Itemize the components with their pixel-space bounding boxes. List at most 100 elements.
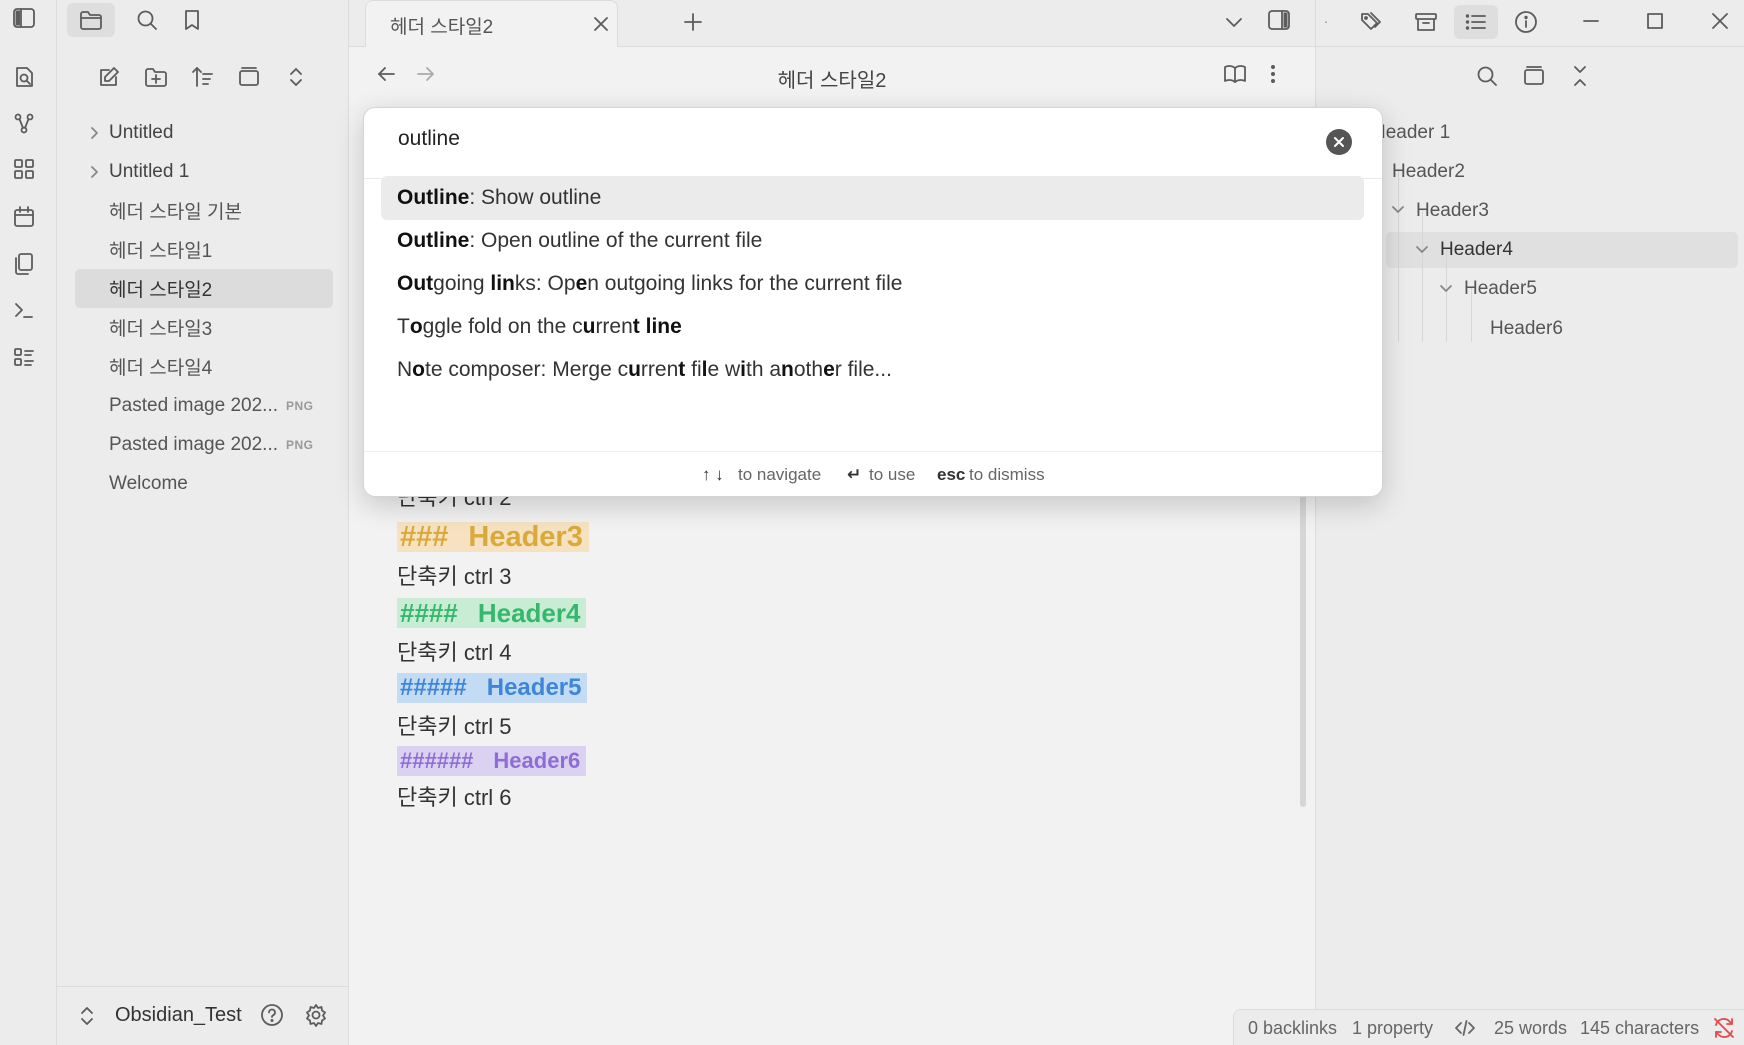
toggle-left-sidebar-icon[interactable]	[10, 4, 38, 32]
heading-line-h6[interactable]: ###### Header6	[397, 744, 589, 777]
file-item[interactable]: Welcome	[75, 464, 333, 503]
paragraph-line[interactable]: 단축키 ctrl 6	[397, 777, 589, 815]
tab-active-note[interactable]: 헤더 스타일2	[365, 0, 618, 47]
outline-tab[interactable]	[1454, 5, 1498, 39]
auto-reveal-button[interactable]	[234, 62, 264, 92]
command-suggestion[interactable]: Outline: Open outline of the current fil…	[381, 219, 1364, 263]
match-highlight: Outline	[397, 229, 470, 252]
outline-item-h4[interactable]: Header4	[1440, 231, 1513, 269]
outline-item-h2[interactable]: Header2	[1392, 153, 1465, 191]
outline-reveal-icon[interactable]	[1521, 63, 1547, 89]
collapse-all-button[interactable]	[281, 62, 311, 92]
command-suggestion[interactable]: Outline: Show outline	[381, 176, 1364, 220]
status-bar: 0 backlinks 1 property 25 words 145 char…	[1233, 1009, 1744, 1045]
suggestion-text: oth	[793, 358, 824, 381]
folder-item[interactable]: Untitled 1	[75, 152, 333, 191]
property-count[interactable]: 1 property	[1352, 1018, 1433, 1039]
editor-scrollbar[interactable]	[1300, 487, 1306, 807]
match-highlight: Outline	[397, 186, 470, 209]
vault-switcher-icon[interactable]	[77, 1004, 97, 1028]
bookmarks-list-icon[interactable]	[10, 343, 38, 371]
suggestion-text: rren	[595, 315, 633, 338]
heading-line-h5[interactable]: ##### Header5	[397, 670, 589, 706]
file-item[interactable]: 헤더 스타일3	[75, 308, 333, 347]
heading-text: Header4	[477, 598, 581, 628]
paragraph-line[interactable]: 단축키 ctrl 3	[397, 556, 589, 594]
archive-tab[interactable]	[1404, 5, 1448, 39]
close-tab-icon[interactable]	[592, 15, 610, 33]
graph-view-icon[interactable]	[10, 110, 38, 138]
outline-item-h5[interactable]: Header5	[1464, 270, 1537, 308]
more-options-icon[interactable]	[1265, 61, 1281, 87]
file-label: Untitled 1	[109, 160, 190, 182]
command-suggestion[interactable]: Note composer: Merge current file with a…	[381, 348, 1364, 392]
reading-view-book-icon[interactable]	[1222, 61, 1248, 87]
source-mode-code-icon[interactable]	[1453, 1016, 1477, 1040]
folder-item[interactable]: Untitled	[75, 113, 333, 152]
list-icon	[1465, 14, 1486, 30]
note-content[interactable]: ### Header3 단축키 ctrl 3 #### Header4 단축키 ctrl …	[397, 518, 589, 815]
bookmarks-tab[interactable]	[168, 3, 216, 37]
heading-line-h4[interactable]: #### Header4	[397, 594, 589, 632]
file-extension-badge: PNG	[286, 398, 314, 413]
new-tab-plus-icon[interactable]	[681, 10, 705, 34]
suggestion-text: N	[397, 358, 413, 381]
terminal-icon[interactable]	[10, 296, 38, 324]
files-tab[interactable]	[67, 3, 115, 37]
file-item[interactable]: Pasted image 202... PNG	[75, 386, 333, 425]
command-search-input[interactable]	[398, 127, 1298, 151]
outline-item-h1[interactable]: Header 1	[1372, 114, 1450, 152]
search-tab[interactable]	[123, 3, 171, 37]
heading-h5: ##### Header5	[397, 673, 588, 703]
heading-line-h3[interactable]: ### Header3	[397, 518, 589, 556]
command-suggestion[interactable]: Outgoing links: Open outgoing links for …	[381, 262, 1364, 306]
outline-active-row	[1386, 232, 1738, 268]
chevron-down-icon[interactable]	[1414, 242, 1430, 258]
heading-text: Header6	[493, 747, 581, 773]
use-key: ↵	[847, 465, 862, 484]
settings-gear-icon[interactable]	[303, 1002, 329, 1028]
file-info-tab[interactable]	[1504, 5, 1548, 39]
help-icon[interactable]	[259, 1002, 285, 1028]
match-highlight: o	[409, 315, 423, 338]
outline-search-icon[interactable]	[1474, 63, 1500, 89]
match-highlight: e	[823, 358, 835, 381]
file-item[interactable]: 헤더 스타일2	[75, 269, 333, 308]
tab-list-chevron-down-icon[interactable]	[1222, 10, 1246, 34]
file-item[interactable]: Pasted image 202... PNG	[75, 425, 333, 464]
clear-search-close-icon[interactable]	[1326, 129, 1352, 155]
file-item[interactable]: 헤더 스타일 기본	[75, 191, 333, 230]
file-label: Pasted image 202...	[109, 394, 278, 416]
minimize-window-icon[interactable]	[1579, 9, 1603, 33]
file-item[interactable]: 헤더 스타일1	[75, 230, 333, 269]
templates-icon[interactable]	[10, 250, 38, 278]
toggle-right-sidebar-icon[interactable]	[1265, 6, 1293, 34]
paragraph-line[interactable]: 단축키 ctrl 5	[397, 706, 589, 744]
paragraph-line[interactable]: 단축키 ctrl 4	[397, 632, 589, 670]
calendar-icon[interactable]	[10, 203, 38, 231]
close-window-icon[interactable]	[1708, 9, 1732, 33]
command-suggestion[interactable]: Toggle fold on the current line	[381, 305, 1364, 349]
file-label: 헤더 스타일2	[109, 280, 213, 301]
outline-item-h6[interactable]: Header6	[1490, 310, 1563, 348]
switcher-icon[interactable]	[10, 63, 38, 91]
file-item[interactable]: 헤더 스타일4	[75, 347, 333, 386]
view-title[interactable]: 헤더 스타일2	[349, 64, 1315, 93]
new-note-button[interactable]	[94, 62, 124, 92]
outline-item-h3[interactable]: Header3	[1416, 192, 1489, 230]
new-folder-button[interactable]	[141, 62, 171, 92]
chevron-right-icon[interactable]	[87, 165, 101, 179]
suggestion-text: e w	[707, 358, 741, 381]
chevron-down-icon[interactable]	[1438, 281, 1454, 297]
sort-button[interactable]	[188, 62, 218, 92]
canvas-icon[interactable]	[10, 155, 38, 183]
vault-name[interactable]: Obsidian_Test	[115, 1004, 242, 1027]
tags-tab[interactable]	[1350, 5, 1394, 39]
outline-collapse-icon[interactable]	[1567, 63, 1593, 89]
navigate-label: to navigate	[738, 465, 822, 484]
chevron-right-icon[interactable]	[87, 126, 101, 140]
backlinks-count[interactable]: 0 backlinks	[1248, 1018, 1337, 1039]
chevron-down-icon[interactable]	[1390, 202, 1406, 218]
sync-error-icon[interactable]	[1712, 1016, 1736, 1040]
maximize-window-icon[interactable]	[1643, 9, 1667, 33]
